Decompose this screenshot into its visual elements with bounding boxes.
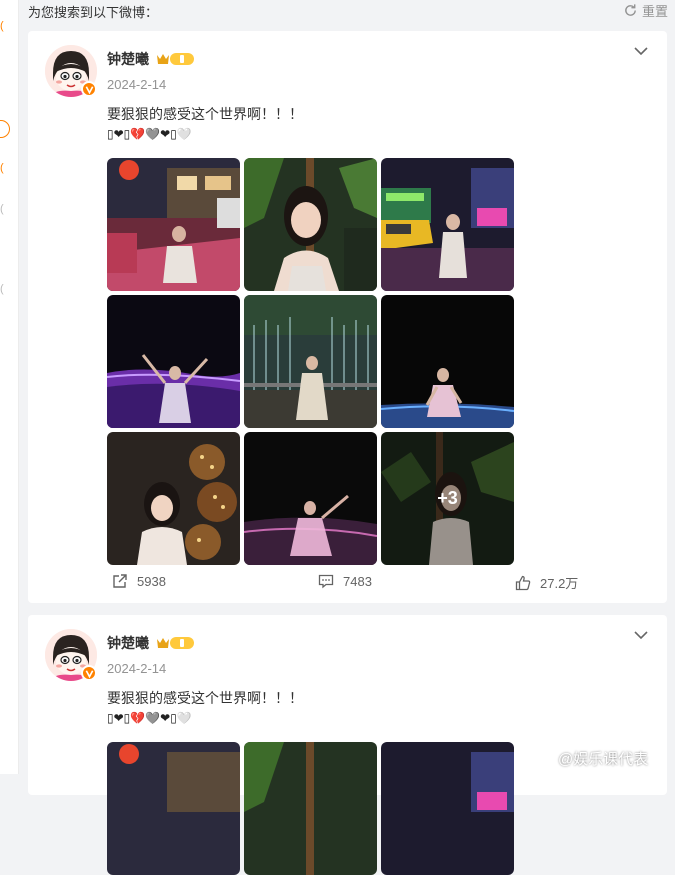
emoji-line: ▯❤▯💔🩶❤▯🤍 — [107, 711, 192, 725]
photo-thumbnail[interactable] — [381, 742, 514, 875]
post-text: 要狠狠的感受这个世界啊！！！ — [107, 106, 303, 122]
emoji-line: ▯❤▯💔🩶❤▯🤍 — [107, 127, 192, 141]
search-result-header: 为您搜索到以下微博： 重置 — [28, 0, 668, 22]
chevron-down-icon[interactable] — [633, 43, 649, 59]
verified-badge-icon — [81, 81, 97, 97]
photo-thumbnail[interactable] — [244, 432, 377, 565]
photo-night-market — [107, 158, 240, 291]
repost-count: 5938 — [137, 573, 166, 589]
photo-portrait-palms — [244, 158, 377, 291]
repost-icon — [113, 574, 127, 588]
vip-crown-badge-icon — [157, 53, 194, 65]
photo-grid — [107, 742, 514, 875]
post-date[interactable]: 2024-2-14 — [107, 661, 166, 676]
sidebar-marker: ( — [0, 203, 4, 215]
photo-lantern-portrait — [107, 432, 240, 565]
sidebar-marker — [0, 120, 10, 138]
vip-crown-badge-icon — [157, 637, 194, 649]
photo-thumbnail[interactable] — [107, 295, 240, 428]
photo-portrait-palms — [244, 742, 377, 875]
photo-street-taxi — [381, 742, 514, 875]
photo-light-curtain — [244, 295, 377, 428]
photo-thumbnail[interactable] — [244, 158, 377, 291]
comment-icon — [318, 574, 334, 589]
weibo-logo-icon — [532, 750, 553, 767]
sidebar-marker: ( — [0, 20, 4, 32]
reset-button[interactable]: 重置 — [623, 1, 668, 20]
more-photos-thumbnail[interactable]: +3 — [381, 432, 514, 565]
comment-button[interactable]: 7483 — [318, 573, 372, 589]
chevron-down-icon[interactable] — [633, 627, 649, 643]
like-button[interactable]: 27.2万 — [515, 573, 578, 592]
comment-count: 7483 — [343, 573, 372, 589]
weibo-watermark: @娱乐课代表 — [532, 748, 648, 769]
watermark-text: @娱乐课代表 — [558, 751, 649, 768]
photo-night-market — [107, 742, 240, 875]
post-action-bar: 5938 7483 27.2万 — [28, 570, 667, 598]
search-hint: 为您搜索到以下微博： — [28, 5, 159, 20]
photo-pink-motion — [244, 432, 377, 565]
username[interactable]: 钟楚曦 — [107, 49, 149, 69]
thumbs-up-icon — [515, 575, 531, 590]
photo-thumbnail[interactable] — [107, 432, 240, 565]
photo-thumbnail[interactable] — [244, 742, 377, 875]
reset-label: 重置 — [641, 4, 668, 19]
photo-thumbnail[interactable] — [244, 295, 377, 428]
sidebar-marker: ( — [0, 162, 4, 174]
photo-grid: +3 — [107, 158, 514, 565]
photo-dark-shore — [381, 295, 514, 428]
post-text: 要狠狠的感受这个世界啊！！！ — [107, 690, 303, 706]
like-count: 27.2万 — [540, 576, 579, 591]
left-sidebar-edge: ( ( ( ( — [0, 0, 19, 774]
post-date[interactable]: 2024-2-14 — [107, 77, 166, 92]
photo-thumbnail[interactable] — [107, 158, 240, 291]
sidebar-marker: ( — [0, 283, 4, 295]
photo-thumbnail[interactable] — [381, 158, 514, 291]
refresh-icon — [625, 4, 636, 16]
photo-thumbnail[interactable] — [381, 295, 514, 428]
repost-button[interactable]: 5938 — [112, 573, 166, 589]
username[interactable]: 钟楚曦 — [107, 633, 149, 653]
more-photos-count: +3 — [437, 488, 458, 508]
photo-purple-shore — [107, 295, 240, 428]
photo-thumbnail[interactable] — [107, 742, 240, 875]
photo-street-taxi — [381, 158, 514, 291]
verified-badge-icon — [81, 665, 97, 681]
weibo-post-card: 钟楚曦 2024-2-14 要狠狠的感受这个世界啊！！！ ▯❤▯💔🩶❤▯🤍 — [28, 31, 667, 603]
